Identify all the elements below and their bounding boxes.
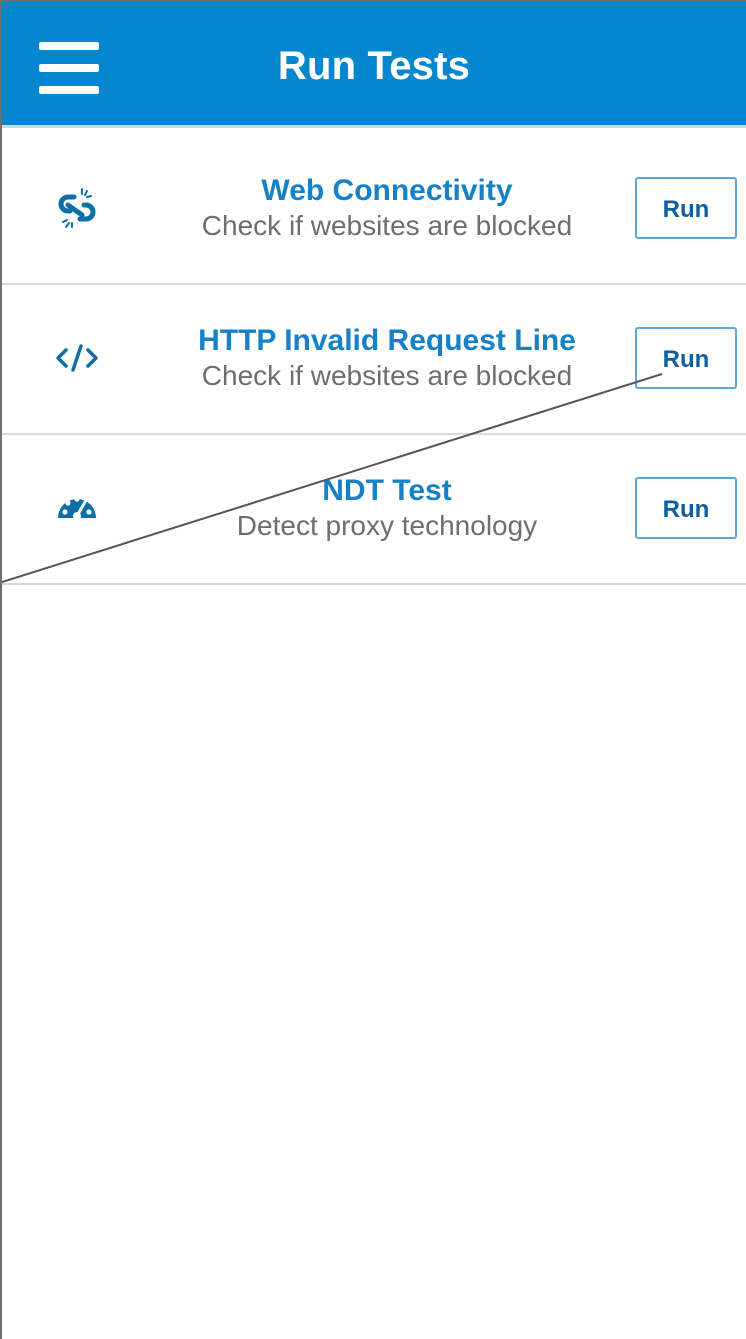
app-header: Run Tests [2, 2, 746, 128]
test-description: Detect proxy technology [236, 510, 538, 541]
speedometer-icon [54, 485, 100, 531]
run-button-web-connectivity[interactable]: Run [635, 177, 737, 239]
test-info: Web Connectivity Check if websites are b… [162, 173, 612, 243]
test-info: NDT Test Detect proxy technology [162, 473, 612, 543]
list-item-web-connectivity[interactable]: Web Connectivity Check if websites are b… [2, 135, 746, 285]
run-button-http-invalid-request-line[interactable]: Run [635, 327, 737, 389]
test-description: Check if websites are blocked [201, 210, 573, 241]
test-description: Check if websites are blocked [201, 360, 573, 391]
test-title: Web Connectivity [261, 174, 513, 207]
run-button-ndt-test[interactable]: Run [635, 477, 737, 539]
list-item-ndt-test[interactable]: NDT Test Detect proxy technology Run [2, 435, 746, 585]
test-title: NDT Test [322, 474, 452, 507]
test-info: HTTP Invalid Request Line Check if websi… [162, 323, 612, 393]
broken-link-icon [54, 185, 100, 231]
list-item-http-invalid-request-line[interactable]: HTTP Invalid Request Line Check if websi… [2, 285, 746, 435]
test-list: Web Connectivity Check if websites are b… [2, 135, 746, 585]
page-title: Run Tests [277, 44, 471, 88]
code-brackets-icon [54, 335, 100, 381]
app-screen: Run Tests Web Connectivity Check if webs… [0, 0, 746, 1339]
test-title: HTTP Invalid Request Line [198, 324, 576, 357]
